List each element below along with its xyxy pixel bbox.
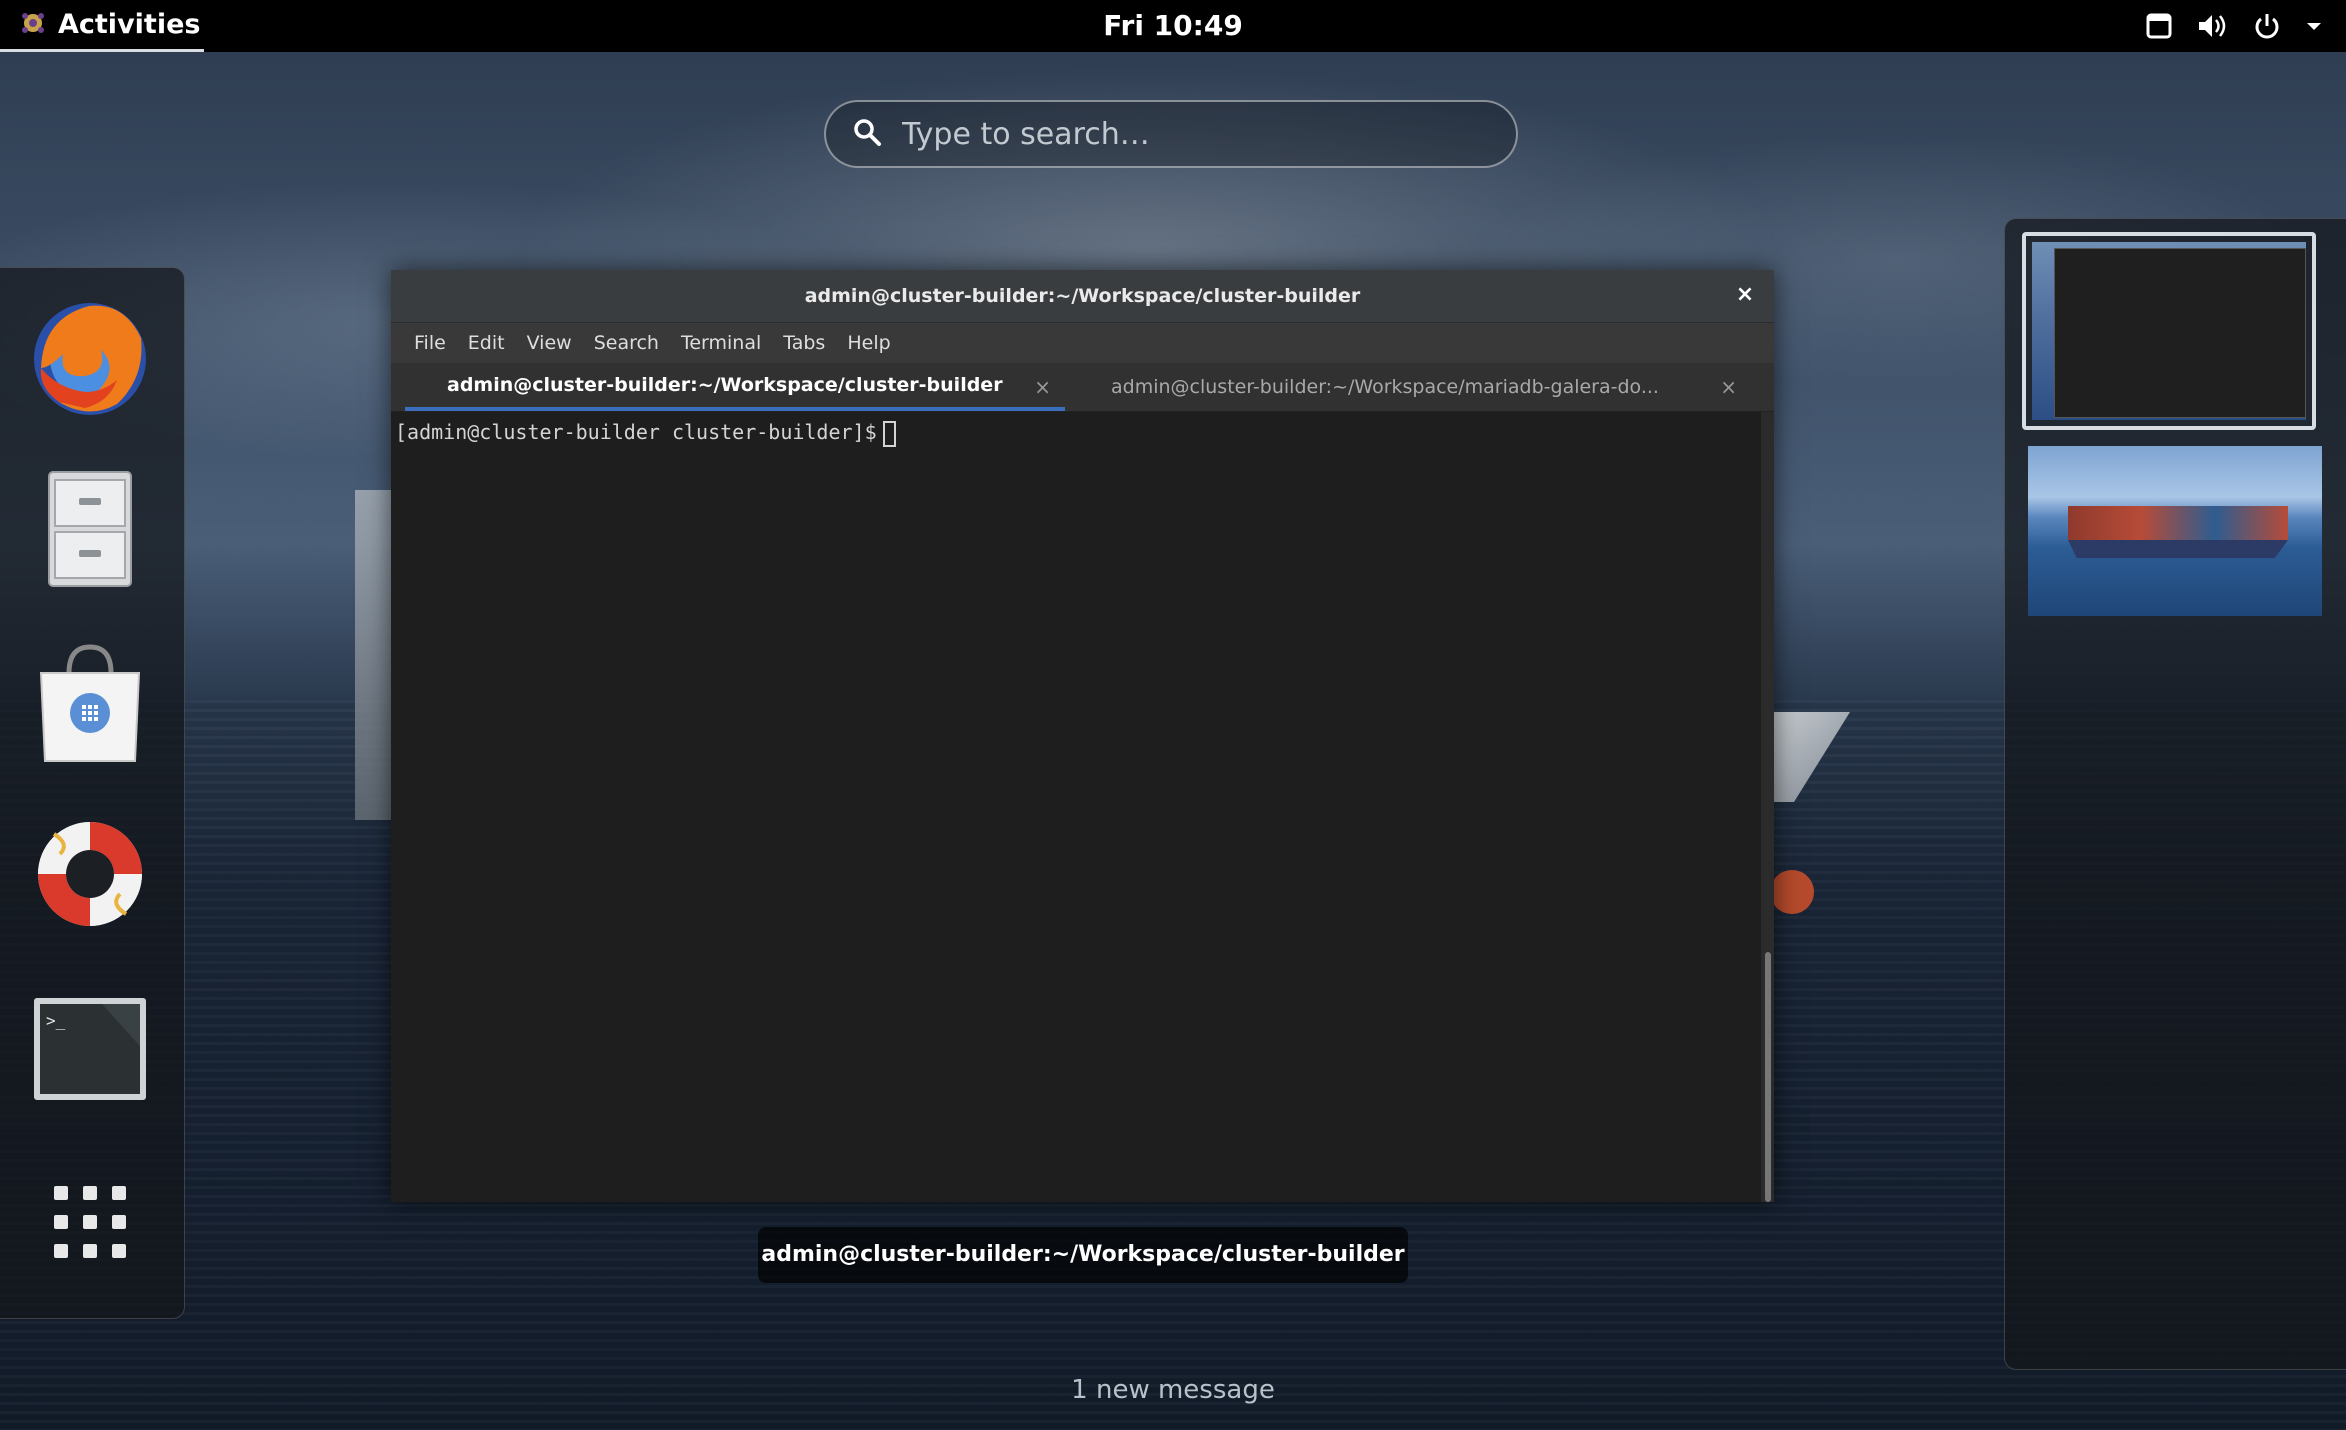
top-bar: Activities Fri 10:49 (0, 0, 2346, 52)
terminal-icon: >_ (32, 996, 148, 1106)
tab-close-button[interactable]: × (1720, 375, 1737, 399)
window-titlebar[interactable]: admin@cluster-builder:~/Workspace/cluste… (391, 270, 1774, 323)
menu-bar: File Edit View Search Terminal Tabs Help (391, 323, 1774, 363)
dash: >_ (0, 267, 185, 1319)
terminal-prompt: [admin@cluster-builder cluster-builder]$ (395, 420, 877, 444)
tab-close-button[interactable]: × (1034, 375, 1051, 399)
menu-edit[interactable]: Edit (457, 332, 516, 354)
menu-view[interactable]: View (516, 332, 583, 354)
power-icon[interactable] (2252, 11, 2282, 41)
dash-show-applications[interactable] (22, 1156, 158, 1292)
dash-software[interactable] (22, 638, 158, 774)
dash-terminal[interactable]: >_ (22, 983, 158, 1119)
window-title: admin@cluster-builder:~/Workspace/cluste… (804, 285, 1361, 307)
tab-label: admin@cluster-builder:~/Workspace/cluste… (447, 374, 1003, 396)
activities-label: Activities (58, 9, 201, 40)
menu-tabs[interactable]: Tabs (772, 332, 836, 354)
terminal-cursor (882, 420, 896, 447)
app-grid-icon (48, 1180, 132, 1268)
gnome-foot-icon (20, 10, 46, 40)
dash-firefox[interactable] (22, 293, 158, 429)
terminal-scrollbar[interactable] (1761, 412, 1774, 1202)
screen-icon[interactable] (2144, 11, 2174, 41)
terminal-prompt-line: [admin@cluster-builder cluster-builder]$ (395, 420, 896, 447)
notification-message[interactable]: 1 new message (0, 1375, 2346, 1405)
window-close-button[interactable]: × (1734, 284, 1756, 306)
dash-help[interactable] (22, 808, 158, 944)
chevron-down-icon[interactable] (2304, 16, 2324, 36)
scrollbar-thumb[interactable] (1765, 952, 1771, 1202)
workspace-1-wallpaper (2032, 242, 2306, 420)
system-tray[interactable] (2144, 0, 2324, 52)
tab-cluster-builder[interactable]: admin@cluster-builder:~/Workspace/cluste… (405, 363, 1065, 411)
wallpaper-buoy (1770, 870, 1814, 914)
clock[interactable]: Fri 10:49 (0, 0, 2346, 52)
workspace-2-thumbnail[interactable] (2028, 446, 2322, 616)
terminal-window[interactable]: admin@cluster-builder:~/Workspace/cluste… (391, 270, 1774, 1202)
terminal-output[interactable]: [admin@cluster-builder cluster-builder]$ (391, 412, 1761, 1202)
window-caption[interactable]: admin@cluster-builder:~/Workspace/cluste… (758, 1227, 1408, 1283)
tab-bar: admin@cluster-builder:~/Workspace/cluste… (391, 363, 1774, 412)
search-box[interactable] (824, 100, 1518, 168)
dash-files[interactable] (22, 463, 158, 599)
tab-label: admin@cluster-builder:~/Workspace/mariad… (1111, 376, 1659, 398)
activities-button[interactable]: Activities (0, 0, 204, 52)
file-cabinet-icon (45, 468, 135, 594)
workspace-2-ship-hull (2068, 540, 2288, 558)
shopping-bag-icon (35, 643, 145, 769)
wallpaper-ship-left (355, 490, 395, 820)
workspace-1-window-preview (2054, 248, 2306, 418)
menu-help[interactable]: Help (836, 332, 901, 354)
volume-icon[interactable] (2196, 11, 2230, 41)
svg-text:>_: >_ (46, 1011, 66, 1030)
workspace-1-thumbnail[interactable] (2022, 232, 2316, 430)
tab-mariadb-galera[interactable]: admin@cluster-builder:~/Workspace/mariad… (1071, 363, 1751, 411)
menu-terminal[interactable]: Terminal (670, 332, 772, 354)
menu-file[interactable]: File (403, 332, 457, 354)
search-input[interactable] (900, 115, 1464, 153)
firefox-icon (29, 298, 151, 424)
lifebuoy-icon (30, 814, 150, 938)
workspace-2-ship-cargo (2068, 506, 2288, 540)
search-icon (852, 117, 882, 151)
menu-search[interactable]: Search (583, 332, 670, 354)
